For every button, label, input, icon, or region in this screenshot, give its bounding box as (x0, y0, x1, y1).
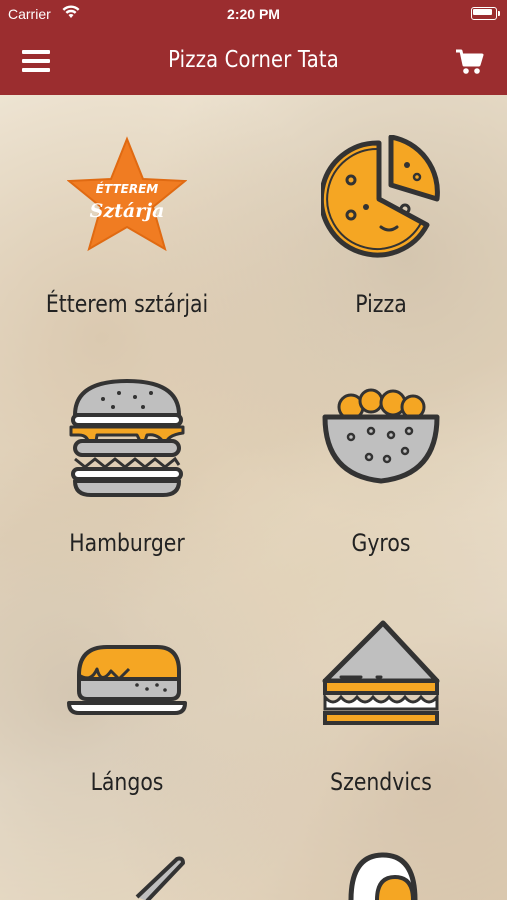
category-partial-left[interactable] (0, 815, 254, 900)
category-label: Szendvics (330, 768, 432, 796)
gyros-icon (322, 388, 440, 484)
category-szendvics[interactable]: Szendvics (254, 575, 507, 815)
category-label: Pizza (355, 290, 407, 318)
utensil-icon (135, 856, 185, 900)
pizza-icon (321, 135, 440, 258)
category-pizza[interactable]: Pizza (254, 95, 507, 335)
category-gyros[interactable]: Gyros (254, 335, 507, 575)
category-hamburger[interactable]: Hamburger (0, 335, 254, 575)
hamburger-icon (69, 379, 185, 497)
category-grid: ÉTTEREM Sztárja Étterem sztárjai Pizza H… (0, 95, 507, 900)
category-etterem-sztarjai[interactable]: ÉTTEREM Sztárja Étterem sztárjai (0, 95, 254, 335)
category-label: Hamburger (69, 529, 185, 557)
badge-line2: Sztárja (90, 200, 165, 222)
battery-icon (471, 7, 500, 20)
category-label: Gyros (351, 529, 411, 557)
category-label: Lángos (90, 768, 164, 796)
badge-line1: ÉTTEREM (96, 181, 158, 196)
page-title: Pizza Corner Tata (168, 47, 339, 73)
status-bar: Carrier 2:20 PM (0, 0, 507, 28)
nav-bar: Pizza Corner Tata (0, 28, 507, 95)
shopping-cart-icon[interactable] (455, 48, 485, 76)
egg-icon (348, 852, 418, 900)
star-badge-icon: ÉTTEREM Sztárja (67, 136, 187, 252)
category-langos[interactable]: Lángos (0, 575, 254, 815)
langos-icon (67, 645, 187, 715)
status-time: 2:20 PM (227, 6, 280, 22)
category-label: Étterem sztárjai (45, 290, 209, 318)
sandwich-icon (322, 620, 440, 725)
category-partial-right[interactable] (254, 815, 507, 900)
